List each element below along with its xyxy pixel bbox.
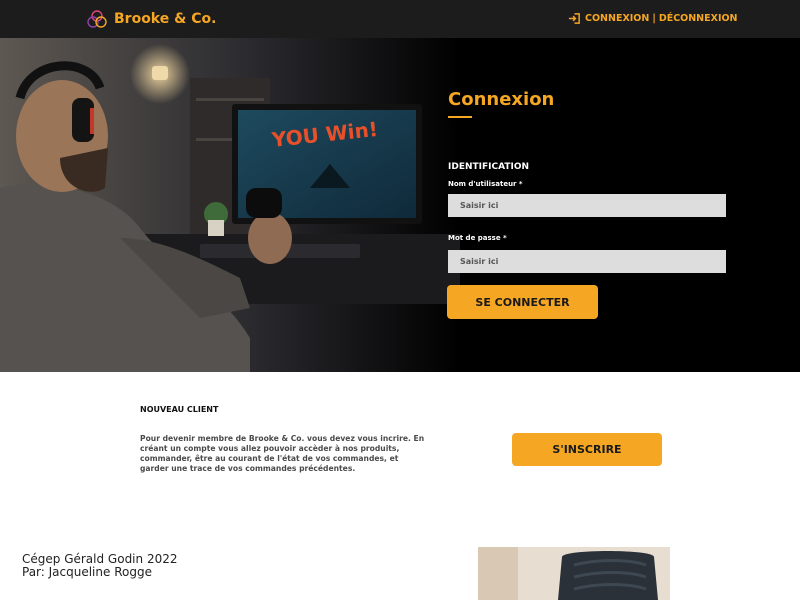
password-input[interactable] bbox=[448, 250, 726, 273]
auth-separator: | bbox=[652, 13, 656, 24]
three-circles-logo-icon bbox=[87, 10, 107, 28]
new-client-description: Pour devenir membre de Brooke & Co. vous… bbox=[140, 434, 425, 473]
username-label: Nom d'utilisateur * bbox=[448, 180, 523, 188]
login-title: Connexion bbox=[448, 89, 555, 110]
title-underline bbox=[448, 116, 472, 118]
login-link[interactable]: CONNEXION bbox=[585, 13, 649, 24]
login-arrow-icon bbox=[568, 13, 580, 24]
password-label: Mot de passe * bbox=[448, 234, 507, 242]
logout-link[interactable]: DÉCONNEXION bbox=[659, 13, 738, 24]
credit-author: Par: Jacqueline Rogge bbox=[22, 565, 152, 579]
identification-label: IDENTIFICATION bbox=[448, 162, 530, 172]
brand-name: Brooke & Co. bbox=[114, 11, 217, 27]
brand-link[interactable]: Brooke & Co. bbox=[86, 9, 216, 29]
hero-section: YOU Win! Connexion IDENTIFICATION Nom d'… bbox=[0, 38, 800, 372]
gamer-photo: YOU Win! bbox=[0, 38, 460, 372]
signup-button[interactable]: S'INSCRIRE bbox=[512, 433, 662, 466]
login-button[interactable]: SE CONNECTER bbox=[447, 285, 598, 319]
chair-photo bbox=[478, 547, 670, 600]
auth-links: CONNEXION | DÉCONNEXION bbox=[568, 12, 738, 25]
top-navbar: Brooke & Co. CONNEXION | DÉCONNEXION bbox=[0, 0, 800, 38]
username-input[interactable] bbox=[448, 194, 726, 217]
new-client-title: NOUVEAU CLIENT bbox=[140, 405, 219, 414]
